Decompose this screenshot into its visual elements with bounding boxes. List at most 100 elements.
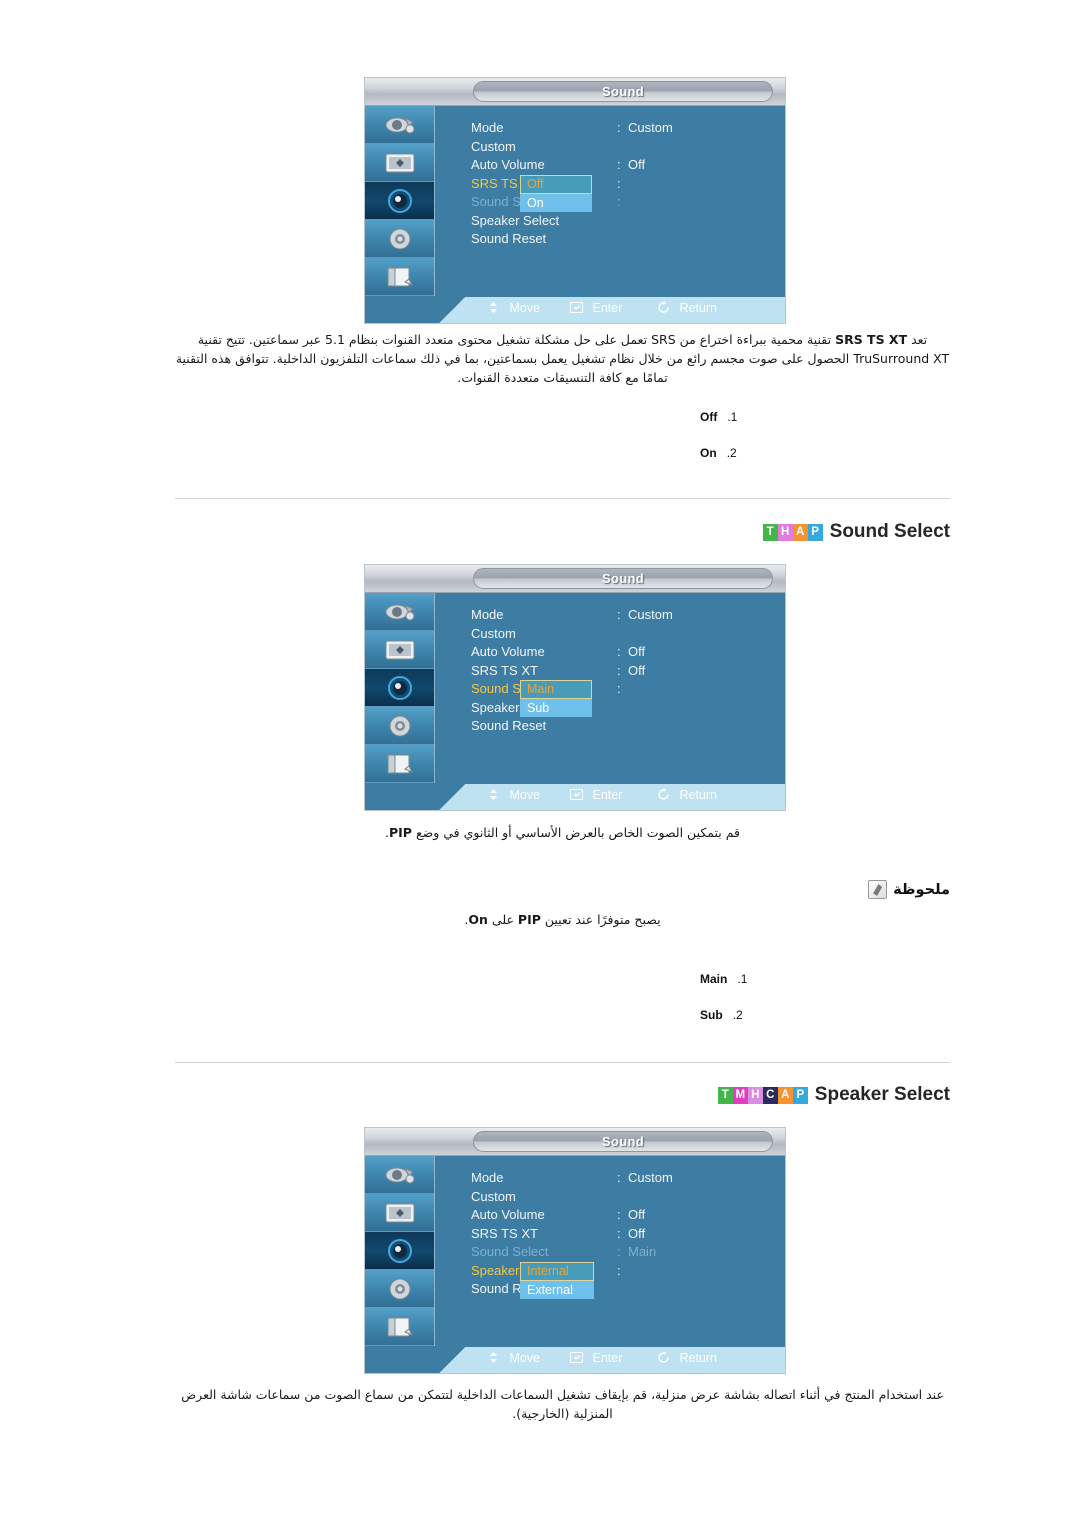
osd-row-label: Custom	[471, 138, 516, 154]
note-body: يصبح متوفرًا عند تعيين PIP على On.	[464, 912, 661, 927]
osd-row-value: Custom	[628, 607, 673, 622]
srs-option-list: Off .1 On .2	[700, 410, 950, 482]
osd-row-custom[interactable]: Custom	[471, 1189, 771, 1208]
osd-row-auto-volume[interactable]: Auto Volume: Off	[471, 157, 771, 176]
hint-return[interactable]: Return	[657, 788, 717, 802]
return-arrow-icon	[657, 788, 670, 801]
osd-row-value: Off	[628, 157, 646, 172]
osd-option-internal[interactable]: Internal	[520, 1261, 594, 1281]
osd-row-colon: :	[617, 157, 621, 172]
osd-row-auto-volume[interactable]: Auto Volume: Off	[471, 1207, 771, 1226]
rail-item-picture[interactable]	[365, 106, 434, 144]
rail-item-multicontrol[interactable]	[365, 258, 434, 296]
osd-row-value: Off	[628, 662, 646, 678]
osd-row-speaker-select[interactable]: Speaker Select	[471, 700, 771, 719]
rail-item-sound[interactable]	[365, 182, 434, 220]
osd-row-label: Auto Volume	[471, 157, 545, 172]
osd-row-label: Sound Reset	[471, 231, 547, 246]
hint-return[interactable]: Return	[657, 1351, 717, 1365]
section-divider	[175, 498, 950, 499]
osd-row-value: Off	[628, 644, 646, 659]
rail-item-multicontrol[interactable]	[365, 745, 434, 783]
osd-popup-options: Main Sub	[520, 680, 592, 717]
osd-row-sound-reset[interactable]: Sound Reset	[471, 718, 771, 737]
speaker-select-badge-c: C	[762, 1086, 778, 1104]
rail-item-setup[interactable]	[365, 220, 434, 258]
speaker-select-badge-m: M	[732, 1086, 748, 1104]
osd-row-srs-ts-xt[interactable]: SRS TS XT: Off	[471, 663, 771, 682]
osd-row-colon: :	[617, 175, 621, 191]
osd-row-colon: :	[617, 1225, 621, 1241]
osd-row-mode[interactable]: Mode: Custom	[471, 120, 771, 139]
hint-move-label: Move	[509, 301, 541, 315]
osd-option-on[interactable]: On	[520, 193, 592, 212]
return-arrow-icon	[657, 301, 670, 314]
speaker-sound-icon	[383, 1238, 417, 1264]
osd-row-mode[interactable]: Mode: Custom	[471, 1170, 771, 1189]
osd-footer: Move Enter Return	[365, 784, 785, 810]
hint-enter[interactable]: Enter	[570, 1351, 622, 1365]
hint-return[interactable]: Return	[657, 301, 717, 315]
osd-footer-spacer	[365, 784, 439, 810]
osd-row-srs-ts-xt[interactable]: SRS TS XT:	[471, 176, 771, 195]
osd-row-value: Off	[628, 1207, 646, 1222]
osd-row-value: Off	[628, 1225, 646, 1241]
rail-item-multicontrol[interactable]	[365, 1308, 434, 1346]
rail-item-sound[interactable]	[365, 669, 434, 707]
osd-title-pill: Sound	[473, 1131, 773, 1152]
osd-row-mode[interactable]: Mode: Custom	[471, 607, 771, 626]
osd-title: Sound	[602, 1134, 644, 1149]
hint-enter[interactable]: Enter	[570, 301, 622, 315]
osd-row-label: Custom	[471, 1188, 516, 1204]
osd-row-colon: :	[617, 120, 621, 135]
osd-footer-notch	[439, 1347, 465, 1373]
rail-item-sound[interactable]	[365, 1232, 434, 1270]
setup-gear-icon	[383, 713, 417, 739]
rail-item-setup[interactable]	[365, 707, 434, 745]
osd-option-main[interactable]: Main	[520, 680, 592, 699]
rail-item-display[interactable]	[365, 1194, 434, 1232]
osd-row-custom[interactable]: Custom	[471, 626, 771, 645]
rail-item-display[interactable]	[365, 631, 434, 669]
osd-header: Sound	[365, 1128, 785, 1156]
hint-move[interactable]: Move	[487, 788, 540, 802]
osd-row-speaker-select[interactable]: Speaker Select:	[471, 1263, 771, 1282]
osd-option-off[interactable]: Off	[520, 174, 592, 194]
setup-gear-icon	[383, 1276, 417, 1302]
sound-select-badges: THAP	[762, 523, 823, 541]
osd-title: Sound	[602, 84, 644, 99]
osd-option-list: Mode: Custom Custom Auto Volume: Off SRS TS X…	[471, 120, 771, 250]
rail-item-setup[interactable]	[365, 1270, 434, 1308]
multi-control-pages-icon	[383, 264, 417, 290]
sound-select-badge-t: T	[762, 523, 778, 541]
rail-item-picture[interactable]	[365, 593, 434, 631]
osd-row-sound-select[interactable]: Sound Select:	[471, 681, 771, 700]
osd-row-speaker-select[interactable]: Speaker Select	[471, 213, 771, 232]
hint-move-label: Move	[509, 788, 541, 802]
osd-row-label: Auto Volume	[471, 1207, 545, 1222]
rail-item-display[interactable]	[365, 144, 434, 182]
hint-move[interactable]: Move	[487, 301, 540, 315]
osd-header: Sound	[365, 565, 785, 593]
rail-item-picture[interactable]	[365, 1156, 434, 1194]
osd-row-custom[interactable]: Custom	[471, 139, 771, 158]
osd-row-srs-ts-xt[interactable]: SRS TS XT: Off	[471, 1226, 771, 1245]
sound-select-option-list: Main .1 Sub .2	[700, 972, 950, 1044]
osd-row-sound-select[interactable]: Sound Select: Main	[471, 1244, 771, 1263]
picture-camera-icon	[383, 599, 417, 625]
osd-row-sound-select[interactable]: Sound Select:	[471, 194, 771, 213]
hint-move[interactable]: Move	[487, 1351, 540, 1365]
osd-footer: Move Enter Return	[365, 297, 785, 323]
osd-option-external[interactable]: External	[520, 1280, 594, 1299]
osd-row-sound-reset[interactable]: Sound Reset	[471, 1281, 771, 1300]
ss-item-0-index: .1	[737, 972, 748, 986]
speaker-select-badge-h: H	[747, 1086, 763, 1104]
hint-enter[interactable]: Enter	[570, 788, 622, 802]
move-updown-icon	[487, 788, 500, 801]
list-item: Main .1	[700, 972, 950, 986]
osd-row-auto-volume[interactable]: Auto Volume: Off	[471, 644, 771, 663]
osd-row-sound-reset[interactable]: Sound Reset	[471, 231, 771, 250]
osd-option-sub[interactable]: Sub	[520, 699, 592, 717]
osd-sound-menu-speaker-select: Sound Mode: Custom Custom Auto Volume: …	[365, 1128, 785, 1373]
osd-row-colon: :	[617, 644, 621, 659]
